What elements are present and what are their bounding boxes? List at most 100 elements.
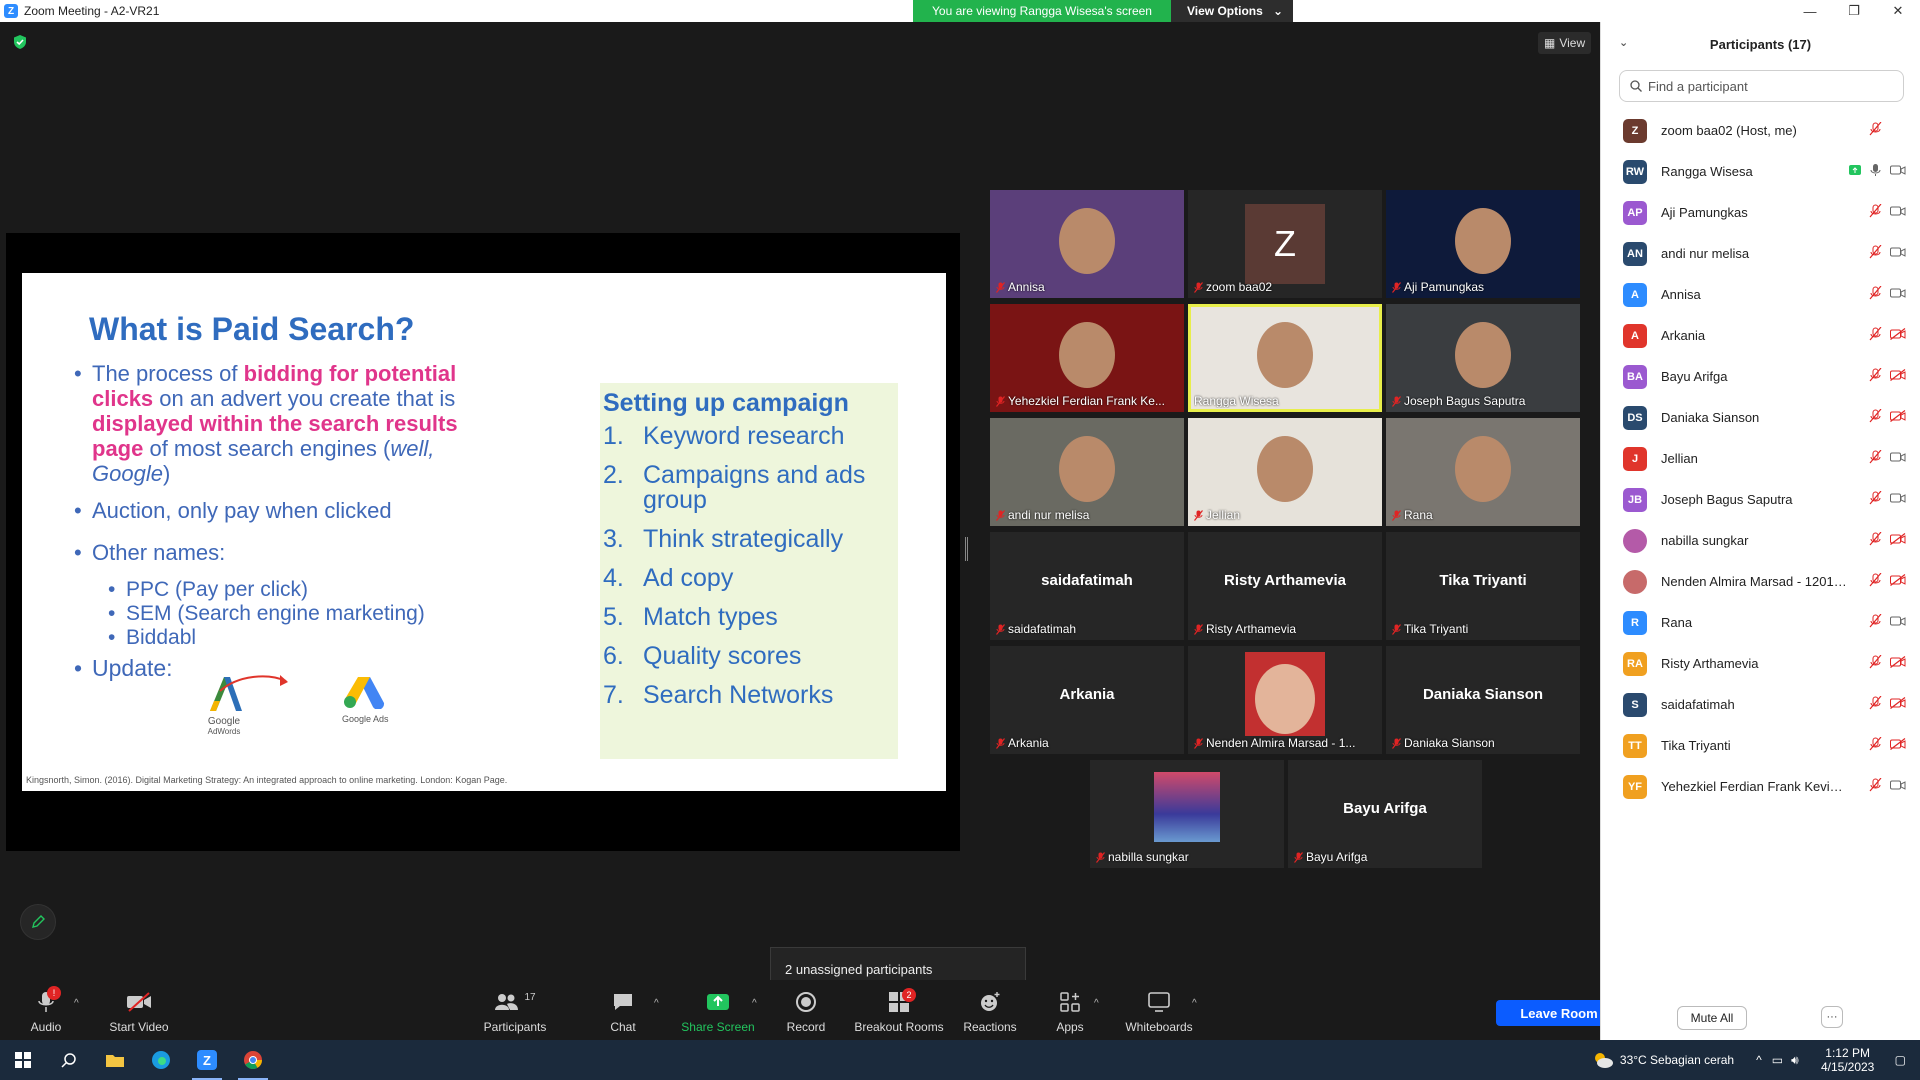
- mic-muted-icon[interactable]: [1869, 450, 1882, 464]
- participant-row[interactable]: YF Yehezkiel Ferdian Frank Kevin Ru...: [1601, 766, 1920, 807]
- mic-muted-icon[interactable]: [1869, 614, 1882, 628]
- annotate-pen-button[interactable]: [20, 904, 56, 940]
- chrome-browser-button[interactable]: [230, 1040, 276, 1080]
- video-tile[interactable]: Nenden Almira Marsad - 1...: [1188, 646, 1382, 754]
- video-camera-icon[interactable]: [1890, 164, 1906, 176]
- mic-muted-icon[interactable]: [1869, 409, 1882, 423]
- participant-row[interactable]: RA Risty Arthamevia: [1601, 643, 1920, 684]
- video-camera-icon[interactable]: [1890, 492, 1906, 504]
- network-icon[interactable]: ▭: [1772, 1053, 1783, 1067]
- search-input[interactable]: [1648, 78, 1888, 94]
- taskbar-search-button[interactable]: [46, 1040, 92, 1080]
- participant-row[interactable]: Ssaidafatimah: [1601, 684, 1920, 725]
- share-options-caret-icon[interactable]: ^: [752, 998, 757, 1009]
- video-off-icon[interactable]: [1890, 656, 1906, 668]
- video-camera-icon[interactable]: [1890, 287, 1906, 299]
- video-tile[interactable]: Arkania Arkania: [990, 646, 1184, 754]
- mic-muted-icon[interactable]: [1869, 286, 1882, 300]
- mic-muted-icon[interactable]: [1869, 737, 1882, 751]
- video-off-icon[interactable]: [1890, 328, 1906, 340]
- video-off-icon[interactable]: [1890, 697, 1906, 709]
- participant-row[interactable]: A Annisa: [1601, 274, 1920, 315]
- video-tile[interactable]: Jellian: [1188, 418, 1382, 526]
- apps-options-caret-icon[interactable]: ^: [1094, 998, 1099, 1009]
- mic-muted-icon[interactable]: [1869, 696, 1882, 710]
- audio-button[interactable]: ! Audio: [26, 980, 66, 1040]
- participant-row[interactable]: J Jellian: [1601, 438, 1920, 479]
- video-tile[interactable]: Rana: [1386, 418, 1580, 526]
- volume-icon[interactable]: 🔊︎: [1791, 1053, 1799, 1068]
- video-camera-icon[interactable]: [1890, 246, 1906, 258]
- video-tile[interactable]: Zzoom baa02: [1188, 190, 1382, 298]
- tray-chevron-icon[interactable]: ^: [1756, 1053, 1762, 1067]
- whiteboards-options-caret-icon[interactable]: ^: [1192, 998, 1197, 1009]
- chat-button[interactable]: Chat: [608, 980, 638, 1040]
- more-options-button[interactable]: ···: [1821, 1006, 1843, 1028]
- apps-button[interactable]: Apps: [1054, 980, 1086, 1040]
- video-tile[interactable]: Annisa: [990, 190, 1184, 298]
- file-explorer-button[interactable]: [92, 1040, 138, 1080]
- video-tile[interactable]: Daniaka Sianson Daniaka Sianson: [1386, 646, 1580, 754]
- mic-muted-icon[interactable]: [1869, 573, 1882, 587]
- video-tile[interactable]: Risty Arthamevia Risty Arthamevia: [1188, 532, 1382, 640]
- participant-row[interactable]: AN andi nur melisa: [1601, 233, 1920, 274]
- start-button[interactable]: [0, 1040, 46, 1080]
- video-off-icon[interactable]: [1890, 410, 1906, 422]
- participant-row[interactable]: RW Rangga Wisesa: [1601, 151, 1920, 192]
- participants-button[interactable]: 17 Participants: [480, 980, 550, 1040]
- collapse-chevron-icon[interactable]: ⌄: [1619, 36, 1628, 49]
- video-camera-icon[interactable]: [1890, 779, 1906, 791]
- clock[interactable]: 1:12 PM 4/15/2023: [1813, 1046, 1883, 1074]
- mic-muted-icon[interactable]: [1869, 204, 1882, 218]
- participant-row[interactable]: AP Aji Pamungkas: [1601, 192, 1920, 233]
- video-off-icon[interactable]: [1890, 574, 1906, 586]
- participant-row[interactable]: R Rana: [1601, 602, 1920, 643]
- video-tile[interactable]: andi nur melisa: [990, 418, 1184, 526]
- participant-row[interactable]: DS Daniaka Sianson: [1601, 397, 1920, 438]
- video-off-icon[interactable]: [1890, 533, 1906, 545]
- mic-muted-icon[interactable]: [1869, 778, 1882, 792]
- video-tile[interactable]: Bayu Arifga Bayu Arifga: [1288, 760, 1482, 868]
- mute-all-button[interactable]: Mute All: [1677, 1006, 1747, 1030]
- audio-options-caret-icon[interactable]: ^: [74, 998, 79, 1009]
- video-off-icon[interactable]: [1890, 738, 1906, 750]
- participant-row[interactable]: A Arkania: [1601, 315, 1920, 356]
- video-off-icon[interactable]: [1890, 369, 1906, 381]
- weather-text[interactable]: 33°C Sebagian cerah: [1620, 1053, 1734, 1067]
- mic-muted-icon[interactable]: [1869, 122, 1882, 136]
- notifications-icon[interactable]: ▢: [1895, 1053, 1906, 1067]
- restore-button[interactable]: ❐: [1832, 0, 1876, 22]
- video-camera-icon[interactable]: [1890, 205, 1906, 217]
- video-tile[interactable]: Aji Pamungkas: [1386, 190, 1580, 298]
- mic-muted-icon[interactable]: [1869, 368, 1882, 382]
- participant-row[interactable]: Nenden Almira Marsad - 12017...: [1601, 561, 1920, 602]
- video-tile[interactable]: Joseph Bagus Saputra: [1386, 304, 1580, 412]
- mic-muted-icon[interactable]: [1869, 491, 1882, 505]
- reactions-button[interactable]: Reactions: [962, 980, 1018, 1040]
- close-button[interactable]: ✕: [1876, 0, 1920, 22]
- chat-options-caret-icon[interactable]: ^: [654, 998, 659, 1009]
- participant-row[interactable]: Zzoom baa02 (Host, me): [1601, 110, 1920, 151]
- participant-row[interactable]: TT Tika Triyanti: [1601, 725, 1920, 766]
- mic-muted-icon[interactable]: [1869, 327, 1882, 341]
- participant-row[interactable]: BA Bayu Arifga: [1601, 356, 1920, 397]
- record-button[interactable]: Record: [786, 980, 826, 1040]
- video-tile[interactable]: nabilla sungkar: [1090, 760, 1284, 868]
- mic-muted-icon[interactable]: [1869, 245, 1882, 259]
- edge-browser-button[interactable]: [138, 1040, 184, 1080]
- participant-search[interactable]: [1619, 70, 1904, 102]
- video-tile[interactable]: Yehezkiel Ferdian Frank Ke...: [990, 304, 1184, 412]
- start-video-button[interactable]: Start Video: [104, 980, 174, 1040]
- whiteboards-button[interactable]: Whiteboards: [1124, 980, 1194, 1040]
- mic-muted-icon[interactable]: [1869, 532, 1882, 546]
- participant-row[interactable]: JB Joseph Bagus Saputra: [1601, 479, 1920, 520]
- microphone-icon[interactable]: [1869, 163, 1882, 177]
- video-camera-icon[interactable]: [1890, 451, 1906, 463]
- share-screen-button[interactable]: Share Screen: [680, 980, 756, 1040]
- video-camera-icon[interactable]: [1890, 615, 1906, 627]
- split-view-handle[interactable]: [965, 537, 968, 561]
- zoom-app-button[interactable]: Z: [184, 1040, 230, 1080]
- video-tile[interactable]: Tika Triyanti Tika Triyanti: [1386, 532, 1580, 640]
- view-button[interactable]: ▦ View: [1538, 32, 1592, 54]
- breakout-rooms-button[interactable]: 2 Breakout Rooms: [854, 980, 944, 1040]
